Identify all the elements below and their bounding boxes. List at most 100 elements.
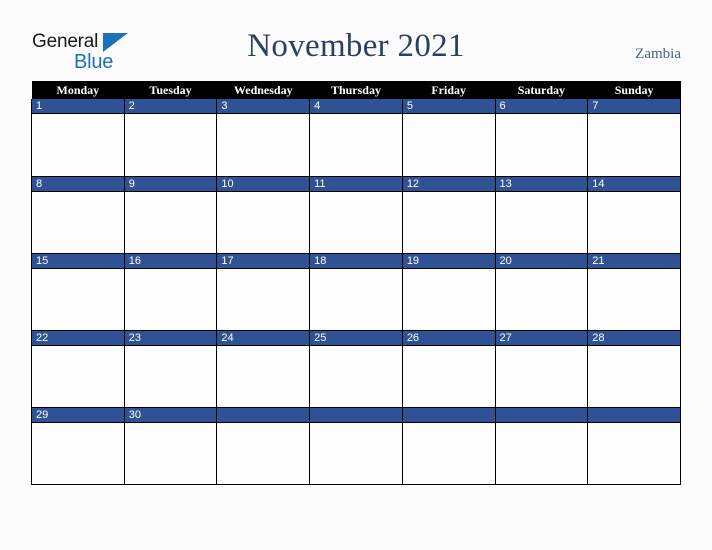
calendar-day-cell-empty[interactable] xyxy=(587,407,681,485)
calendar-day-cell[interactable]: 24 xyxy=(216,330,311,408)
calendar-week-row: 1 2 3 4 5 6 7 xyxy=(31,99,681,177)
calendar-day-cell[interactable]: 10 xyxy=(216,176,311,254)
calendar-day-cell-empty[interactable] xyxy=(401,407,496,485)
day-number: 13 xyxy=(495,176,588,192)
calendar-day-cell[interactable]: 30 xyxy=(123,407,218,485)
calendar-day-cell[interactable]: 29 xyxy=(31,407,125,485)
calendar-day-cell[interactable]: 3 xyxy=(216,99,311,177)
weekday-header-saturday: Saturday xyxy=(495,81,588,99)
day-number: 30 xyxy=(124,407,217,423)
calendar-day-cell[interactable]: 11 xyxy=(309,176,403,254)
calendar-day-cell[interactable]: 9 xyxy=(123,176,218,254)
day-events-area[interactable] xyxy=(124,268,217,330)
day-number: 26 xyxy=(402,330,495,346)
calendar-week-row: 8 9 10 11 12 13 14 xyxy=(31,176,681,254)
day-events-area[interactable] xyxy=(402,268,495,330)
day-number: 18 xyxy=(310,253,402,269)
calendar-day-cell[interactable]: 17 xyxy=(216,253,311,331)
day-events-area[interactable] xyxy=(495,422,588,484)
calendar-day-cell[interactable]: 8 xyxy=(31,176,125,254)
calendar-day-cell[interactable]: 6 xyxy=(494,99,589,177)
calendar-day-cell[interactable]: 28 xyxy=(587,330,681,408)
day-events-area[interactable] xyxy=(32,191,124,253)
day-events-area[interactable] xyxy=(495,191,588,253)
day-events-area[interactable] xyxy=(32,345,124,407)
day-events-area[interactable] xyxy=(124,191,217,253)
day-events-area[interactable] xyxy=(310,191,402,253)
day-events-area[interactable] xyxy=(495,345,588,407)
day-number: 22 xyxy=(32,330,124,346)
day-events-area[interactable] xyxy=(310,422,402,484)
day-number: 27 xyxy=(495,330,588,346)
calendar-day-cell[interactable]: 23 xyxy=(123,330,218,408)
day-number: 7 xyxy=(588,99,680,114)
day-events-area[interactable] xyxy=(310,268,402,330)
day-events-area[interactable] xyxy=(310,345,402,407)
weekday-header-thursday: Thursday xyxy=(309,81,403,99)
calendar-day-cell[interactable]: 5 xyxy=(401,99,496,177)
calendar-day-cell-empty[interactable] xyxy=(216,407,311,485)
day-events-area[interactable] xyxy=(402,114,495,175)
day-number: 2 xyxy=(124,99,217,114)
day-number xyxy=(495,407,588,423)
day-events-area[interactable] xyxy=(588,268,680,330)
day-events-area[interactable] xyxy=(588,422,680,484)
calendar-day-cell[interactable]: 14 xyxy=(587,176,681,254)
day-number: 14 xyxy=(588,176,680,192)
day-events-area[interactable] xyxy=(124,345,217,407)
calendar-day-cell[interactable]: 19 xyxy=(401,253,496,331)
day-number: 23 xyxy=(124,330,217,346)
weekday-header-sunday: Sunday xyxy=(587,81,681,99)
day-number: 6 xyxy=(495,99,588,114)
calendar-day-cell[interactable]: 26 xyxy=(401,330,496,408)
calendar-day-cell[interactable]: 18 xyxy=(309,253,403,331)
calendar-day-cell[interactable]: 22 xyxy=(31,330,125,408)
day-events-area[interactable] xyxy=(217,345,310,407)
day-events-area[interactable] xyxy=(495,268,588,330)
day-events-area[interactable] xyxy=(402,345,495,407)
calendar-day-cell[interactable]: 2 xyxy=(123,99,218,177)
day-number: 24 xyxy=(217,330,310,346)
weekday-header-tuesday: Tuesday xyxy=(124,81,217,99)
day-events-area[interactable] xyxy=(402,191,495,253)
calendar-week-row: 22 23 24 25 26 27 28 xyxy=(31,330,681,408)
calendar-day-cell[interactable]: 1 xyxy=(31,99,125,177)
calendar-day-cell[interactable]: 7 xyxy=(587,99,681,177)
calendar-day-cell[interactable]: 4 xyxy=(309,99,403,177)
day-number: 15 xyxy=(32,253,124,269)
day-events-area[interactable] xyxy=(32,268,124,330)
day-events-area[interactable] xyxy=(217,268,310,330)
calendar-day-cell-empty[interactable] xyxy=(309,407,403,485)
day-number: 20 xyxy=(495,253,588,269)
day-events-area[interactable] xyxy=(402,422,495,484)
day-events-area[interactable] xyxy=(32,114,124,175)
day-number: 11 xyxy=(310,176,402,192)
day-events-area[interactable] xyxy=(217,422,310,484)
calendar-day-cell[interactable]: 15 xyxy=(31,253,125,331)
day-events-area[interactable] xyxy=(217,114,310,175)
calendar-day-cell[interactable]: 13 xyxy=(494,176,589,254)
day-number xyxy=(310,407,402,423)
day-events-area[interactable] xyxy=(124,114,217,175)
day-events-area[interactable] xyxy=(32,422,124,484)
day-events-area[interactable] xyxy=(217,191,310,253)
calendar-day-cell[interactable]: 12 xyxy=(401,176,496,254)
day-events-area[interactable] xyxy=(588,114,680,175)
day-number: 29 xyxy=(32,407,124,423)
calendar-day-cell[interactable]: 25 xyxy=(309,330,403,408)
calendar-day-cell[interactable]: 21 xyxy=(587,253,681,331)
day-events-area[interactable] xyxy=(310,114,402,175)
day-events-area[interactable] xyxy=(588,345,680,407)
day-events-area[interactable] xyxy=(124,422,217,484)
calendar-day-cell[interactable]: 27 xyxy=(494,330,589,408)
calendar-day-cell-empty[interactable] xyxy=(494,407,589,485)
calendar-day-cell[interactable]: 16 xyxy=(123,253,218,331)
page-title: November 2021 xyxy=(247,28,465,64)
day-events-area[interactable] xyxy=(495,114,588,175)
calendar-day-cell[interactable]: 20 xyxy=(494,253,589,331)
weekday-header-wednesday: Wednesday xyxy=(216,81,310,99)
day-number: 3 xyxy=(217,99,310,114)
calendar-week-row: 29 30 xyxy=(31,407,681,485)
page-header: General Blue November 2021 Zambia xyxy=(0,0,712,78)
day-events-area[interactable] xyxy=(588,191,680,253)
